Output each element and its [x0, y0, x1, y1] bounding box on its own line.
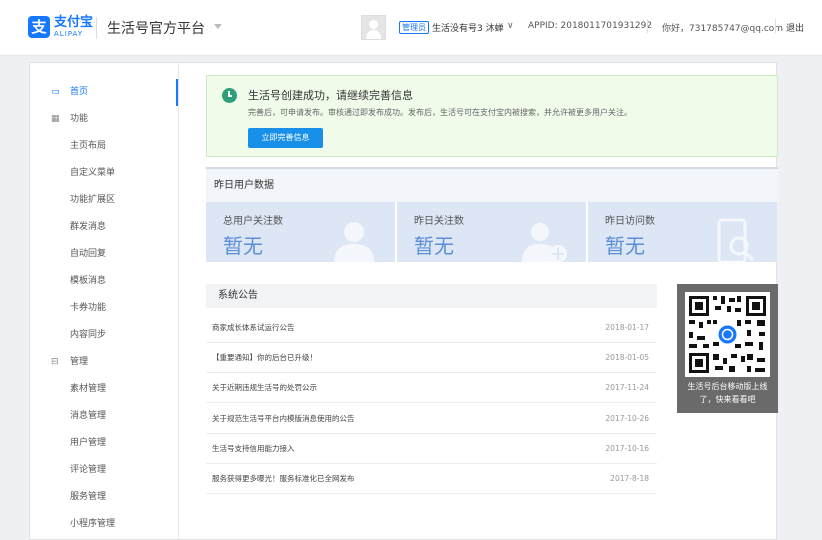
announcement-date: 2018-01-17	[605, 323, 649, 332]
top-header: 支 支付宝 ALIPAY 生活号官方平台 管理员 生活没有号3 沐蝉 ∨ APP…	[0, 0, 822, 56]
sidebar-item-label: 模板消息	[70, 276, 107, 286]
announcement-date: 2017-10-16	[605, 444, 649, 453]
announcement-title: 服务获得更多曝光！服务标准化已全网发布	[212, 474, 355, 483]
stat-label: 总用户关注数	[223, 216, 283, 227]
announcement-row[interactable]: 服务获得更多曝光！服务标准化已全网发布 2017-8-18	[206, 464, 657, 494]
announcement-row[interactable]: 商家成长体系试运行公告 2018-01-17	[206, 313, 657, 343]
account-name[interactable]: 生活没有号3 沐蝉	[432, 21, 504, 34]
announcement-row[interactable]: 【重要通知】你的后台已升级！ 2018-01-05	[206, 343, 657, 373]
avatar[interactable]	[361, 15, 386, 40]
sidebar-item-mini-program[interactable]: 小程序管理	[30, 511, 178, 538]
stat-value: 暂无	[605, 234, 645, 258]
sidebar-item-label: 群发消息	[70, 222, 107, 232]
sidebar-item-services[interactable]: 服务管理	[30, 484, 178, 511]
sidebar-item-custom-menu[interactable]: 自定义菜单	[30, 160, 178, 187]
sidebar-item-features[interactable]: ▦ 功能	[30, 106, 178, 133]
user-greeting: 你好，731785747@qq.com	[662, 24, 784, 34]
sidebar-item-coupons[interactable]: 卡券功能	[30, 295, 178, 322]
platform-title: 生活号官方平台	[107, 21, 205, 37]
mobile-qr-promo: 生活号后台移动版上线了，快来看看吧	[677, 284, 778, 413]
announcements-heading: 系统公告	[206, 284, 657, 308]
stats-heading: 昨日用户数据	[206, 167, 778, 202]
phone-search-icon	[717, 218, 755, 262]
announcement-title: 关于近期违规生活号的处罚公示	[212, 383, 317, 392]
sidebar-item-label: 消息管理	[70, 411, 107, 421]
notice-title: 生活号创建成功，请继续完善信息	[248, 89, 413, 102]
header-divider	[647, 19, 648, 33]
stat-label: 昨日关注数	[414, 216, 464, 227]
appid-text: APPID: 2018011701931292	[528, 21, 653, 31]
logo-en-text: ALIPAY	[54, 30, 84, 38]
announcement-row[interactable]: 生活号支持信用能力接入 2017-10-16	[206, 434, 657, 464]
sidebar-item-messages[interactable]: 消息管理	[30, 403, 178, 430]
sidebar-item-label: 首页	[70, 87, 89, 97]
stat-card-yesterday-visits: 昨日访问数 暂无	[588, 202, 777, 262]
stats-cards: 总用户关注数 暂无 昨日关注数 暂无 昨日访问数 暂无	[206, 202, 778, 262]
header-divider	[775, 19, 776, 33]
platform-switch-caret-icon[interactable]	[214, 24, 222, 29]
stat-card-yesterday-followers: 昨日关注数 暂无	[397, 202, 586, 262]
person-icon	[334, 222, 374, 262]
person-add-icon	[522, 223, 567, 262]
clock-icon	[222, 88, 237, 103]
stat-value: 暂无	[223, 234, 263, 258]
sidebar-item-label: 管理	[70, 357, 89, 367]
sidebar-item-label: 服务管理	[70, 492, 107, 502]
logo-divider	[96, 17, 97, 39]
sidebar-item-users[interactable]: 用户管理	[30, 430, 178, 457]
monitor-icon: ▭	[51, 87, 60, 97]
stat-value: 暂无	[414, 234, 454, 258]
sidebar-item-label: 用户管理	[70, 438, 107, 448]
announcement-row[interactable]: 关于近期违规生活号的处罚公示 2017-11-24	[206, 373, 657, 403]
creation-success-notice: 生活号创建成功，请继续完善信息 完善后，可申请发布。审核通过即发布成功。发布后，…	[206, 75, 778, 157]
announcement-date: 2017-11-24	[605, 383, 649, 392]
notice-description: 完善后，可申请发布。审核通过即发布成功。发布后，生活号可在支付宝内被搜索，并允许…	[248, 108, 632, 117]
announcement-date: 2017-8-18	[610, 474, 649, 483]
sidebar: ▭ 首页 ▦ 功能 主页布局 自定义菜单 功能扩展区 群发消息 自动回复 模板消…	[30, 63, 179, 540]
sidebar-item-home-layout[interactable]: 主页布局	[30, 133, 178, 160]
announcement-row[interactable]: 关于规范生活号平台内模版消息使用的公告 2017-10-26	[206, 404, 657, 434]
sidebar-item-auto-reply[interactable]: 自动回复	[30, 241, 178, 268]
announcement-date: 2017-10-26	[605, 414, 649, 423]
sidebar-item-template-message[interactable]: 模板消息	[30, 268, 178, 295]
sidebar-item-label: 内容同步	[70, 330, 107, 340]
announcement-title: 生活号支持信用能力接入	[212, 444, 295, 453]
admin-badge: 管理员	[399, 21, 429, 34]
logout-link[interactable]: 退出	[786, 21, 804, 34]
alipay-logo[interactable]: 支 支付宝 ALIPAY	[28, 16, 93, 38]
chevron-down-icon[interactable]: ∨	[507, 21, 514, 31]
sidebar-item-label: 小程序管理	[70, 519, 116, 529]
sidebar-item-label: 自动回复	[70, 249, 107, 259]
alipay-logo-icon: 支	[28, 16, 50, 38]
sidebar-item-mass-message[interactable]: 群发消息	[30, 214, 178, 241]
sidebar-item-home[interactable]: ▭ 首页	[30, 79, 178, 106]
sidebar-item-label: 自定义菜单	[70, 168, 116, 178]
sidebar-item-label: 素材管理	[70, 384, 107, 394]
logo-cn-text: 支付宝	[54, 15, 94, 30]
sidebar-item-comments[interactable]: 评论管理	[30, 457, 178, 484]
announcement-title: 关于规范生活号平台内模版消息使用的公告	[212, 414, 355, 423]
sidebar-item-label: 评论管理	[70, 465, 107, 475]
announcement-date: 2018-01-05	[605, 353, 649, 362]
qr-caption: 生活号后台移动版上线了，快来看看吧	[687, 382, 768, 404]
stat-card-total-followers: 总用户关注数 暂无	[206, 202, 395, 262]
announcement-title: 商家成长体系试运行公告	[212, 323, 295, 332]
sidebar-item-feature-extension[interactable]: 功能扩展区	[30, 187, 178, 214]
sidebar-item-management[interactable]: ⊟ 管理	[30, 349, 178, 376]
stat-label: 昨日访问数	[605, 216, 655, 227]
sidebar-item-label: 功能	[70, 114, 89, 124]
sidebar-item-label: 卡券功能	[70, 303, 107, 313]
complete-info-button[interactable]: 立即完善信息	[248, 128, 323, 148]
sidebar-item-label: 功能扩展区	[70, 195, 116, 205]
sidebar-item-label: 主页布局	[70, 141, 107, 151]
grid-icon: ▦	[51, 114, 60, 124]
qr-code-icon	[685, 292, 770, 377]
announcement-title: 【重要通知】你的后台已升级！	[212, 353, 317, 362]
sidebar-item-material[interactable]: 素材管理	[30, 376, 178, 403]
main-panel: ▭ 首页 ▦ 功能 主页布局 自定义菜单 功能扩展区 群发消息 自动回复 模板消…	[29, 62, 778, 540]
sidebar-item-content-sync[interactable]: 内容同步	[30, 322, 178, 349]
lock-icon: ⊟	[51, 357, 59, 367]
